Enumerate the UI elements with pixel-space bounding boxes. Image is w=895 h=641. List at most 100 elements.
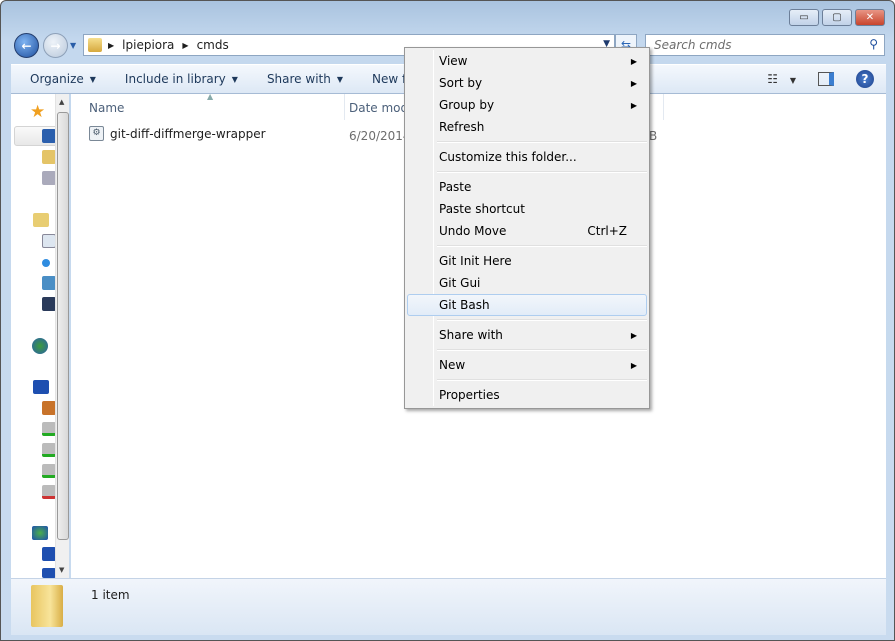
menu-item-label: Git Gui [439,276,481,290]
network-icon[interactable] [32,526,48,540]
back-button[interactable]: ← [14,33,39,58]
menu-item-git-gui[interactable]: Git Gui [407,272,647,294]
submenu-arrow-icon: ▶ [630,78,637,88]
search-icon[interactable]: ⚲ [869,37,878,51]
favorites-star-icon[interactable]: ★ [30,102,45,122]
menu-item-customize-this-folder[interactable]: Customize this folder... [407,146,647,168]
local-disk-icon[interactable] [42,401,56,415]
chevron-right-icon[interactable]: ▶ [182,41,188,50]
network-computer-icon[interactable] [42,568,56,578]
desktop-icon[interactable] [42,129,56,143]
breadcrumb-lpiepiora[interactable]: lpiepiora [122,38,174,52]
scroll-up-icon[interactable]: ▲ [59,98,64,106]
menu-item-sort-by[interactable]: Sort by ▶ [407,72,647,94]
menu-item-group-by[interactable]: Group by ▶ [407,94,647,116]
include-in-library-button[interactable]: Include in library ▼ [125,72,238,86]
menu-item-label: Paste shortcut [439,202,525,216]
menu-separator [437,245,647,247]
menu-item-refresh[interactable]: Refresh [407,116,647,138]
chevron-right-icon[interactable]: ▶ [108,41,114,50]
menu-separator [437,379,647,381]
pictures-icon[interactable] [42,276,56,290]
menu-item-label: Group by [439,98,495,112]
scrollbar-thumb[interactable] [57,112,69,540]
network-drive-icon[interactable] [42,422,56,436]
menu-item-label: Git Bash [439,298,490,312]
network-drive-icon[interactable] [42,443,56,457]
menu-separator [437,171,647,173]
menu-item-label: Git Init Here [439,254,512,268]
view-options-icon[interactable]: ☷ ▼ [767,72,796,86]
minimize-button[interactable]: ▭ [789,9,819,26]
list-item[interactable]: ⚙ git-diff-diffmerge-wrapper [89,126,266,141]
search-placeholder: Search cmds [654,38,732,52]
file-date: 6/20/2014 [349,129,411,143]
documents-icon[interactable] [42,234,56,248]
column-name[interactable]: Name [89,101,124,115]
videos-icon[interactable] [42,297,56,311]
submenu-arrow-icon: ▶ [630,330,637,340]
nav-pane-scrollbar[interactable]: ▲ ▼ [55,94,69,578]
menu-item-properties[interactable]: Properties [407,384,647,406]
submenu-arrow-icon: ▶ [630,360,637,370]
homegroup-icon[interactable] [32,338,48,354]
chevron-down-icon: ▼ [336,75,343,84]
preview-pane-icon[interactable] [818,72,834,86]
maximize-button[interactable]: ▢ [822,9,852,26]
chevron-down-icon: ▼ [89,75,96,84]
menu-item-share-with[interactable]: Share with ▶ [407,324,647,346]
recent-places-icon[interactable] [42,171,56,185]
menu-item-label: Customize this folder... [439,150,577,164]
sort-ascending-icon: ▲ [207,92,214,101]
organize-label: Organize [30,72,84,86]
menu-item-git-init-here[interactable]: Git Init Here [407,250,647,272]
menu-item-undo-move[interactable]: Undo Move Ctrl+Z [407,220,647,242]
menu-item-label: View [439,54,468,68]
arrow-left-icon: ← [21,38,32,53]
file-name: git-diff-diffmerge-wrapper [110,126,266,141]
menu-item-label: Refresh [439,120,485,134]
recent-pages-button[interactable]: ▼ [70,41,76,50]
menu-item-view[interactable]: View ▶ [407,50,647,72]
menu-separator [437,141,647,143]
scroll-down-icon[interactable]: ▼ [59,566,64,574]
submenu-arrow-icon: ▶ [630,56,637,66]
computer-icon[interactable] [33,380,49,394]
menu-item-label: Properties [439,388,500,402]
menu-item-label: Share with [439,328,503,342]
forward-button[interactable]: → [43,33,68,58]
downloads-icon[interactable] [42,150,56,164]
script-file-icon: ⚙ [89,126,104,141]
menu-item-paste-shortcut[interactable]: Paste shortcut [407,198,647,220]
close-button[interactable]: ✕ [855,9,885,26]
disconnected-drive-icon[interactable] [42,485,56,499]
network-drive-icon[interactable] [42,464,56,478]
context-menu: View ▶ Sort by ▶ Group by ▶ Refresh Customize t… [404,47,650,409]
submenu-arrow-icon: ▶ [630,100,637,110]
search-input[interactable]: Search cmds ⚲ [645,34,885,56]
shortcut-label: Ctrl+Z [587,224,627,238]
help-icon[interactable]: ? [856,70,874,88]
file-size: B [649,129,658,143]
menu-item-new[interactable]: New ▶ [407,354,647,376]
breadcrumb-cmds[interactable]: cmds [197,38,229,52]
menu-item-label: Sort by [439,76,483,90]
organize-button[interactable]: Organize ▼ [30,72,96,86]
details-pane: 1 item [11,578,886,635]
chevron-down-icon: ▼ [231,75,238,84]
network-computer-icon[interactable] [42,547,56,561]
menu-separator [437,349,647,351]
folder-icon [88,38,102,52]
libraries-icon[interactable] [33,213,49,227]
include-label: Include in library [124,72,226,86]
folder-icon [31,585,63,627]
menu-item-label: Paste [439,180,472,194]
share-with-button[interactable]: Share with ▼ [267,72,343,86]
menu-item-paste[interactable]: Paste [407,176,647,198]
menu-item-git-bash[interactable]: Git Bash [407,294,647,316]
music-icon[interactable] [42,259,50,267]
menu-item-label: New [439,358,466,372]
arrow-right-icon: → [50,38,61,53]
share-label: Share with [266,72,331,86]
menu-separator [437,319,647,321]
